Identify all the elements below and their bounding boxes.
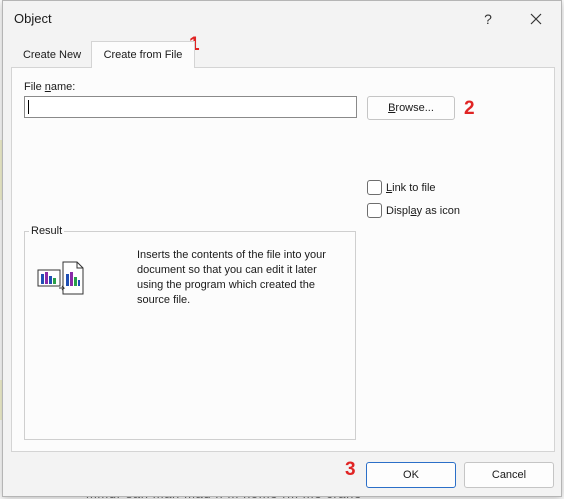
- checkbox-label: Display as icon: [386, 204, 460, 217]
- tab-create-new[interactable]: Create New: [13, 42, 91, 68]
- cancel-button[interactable]: Cancel: [464, 462, 554, 488]
- checkbox-box[interactable]: [367, 180, 382, 195]
- tab-label: Create from File: [103, 49, 183, 61]
- checkbox-box[interactable]: [367, 203, 382, 218]
- display-as-icon-checkbox[interactable]: Display as icon: [367, 203, 460, 218]
- link-to-file-checkbox[interactable]: Link to file: [367, 180, 436, 195]
- text-caret: [28, 100, 29, 114]
- file-name-input[interactable]: [24, 96, 357, 118]
- result-description: Inserts the contents of the file into yo…: [137, 249, 326, 306]
- ok-button[interactable]: OK: [366, 462, 456, 488]
- checkbox-label: Link to file: [386, 181, 436, 194]
- result-legend: Result: [29, 225, 65, 237]
- annotation-marker-2: 2: [464, 98, 475, 119]
- object-dialog: Object ? Create New Create from File Fil…: [2, 0, 562, 497]
- dialog-title: Object: [14, 11, 52, 26]
- file-name-label: File name:: [24, 81, 76, 93]
- close-icon: [530, 13, 542, 25]
- title-bar[interactable]: Object ?: [3, 1, 561, 35]
- help-button[interactable]: ?: [471, 7, 505, 31]
- close-button[interactable]: [519, 7, 553, 31]
- help-icon: ?: [484, 11, 492, 27]
- annotation-marker-3: 3: [345, 459, 356, 480]
- tab-label: Create New: [22, 49, 82, 61]
- embedded-document-icon: [37, 261, 84, 295]
- browse-button[interactable]: Browse...: [367, 96, 455, 120]
- tab-create-from-file[interactable]: Create from File: [91, 41, 195, 68]
- result-group: Result Inserts the contents of the file …: [24, 225, 356, 440]
- tab-panel: File name: Browse... Link to file Displa…: [11, 67, 555, 452]
